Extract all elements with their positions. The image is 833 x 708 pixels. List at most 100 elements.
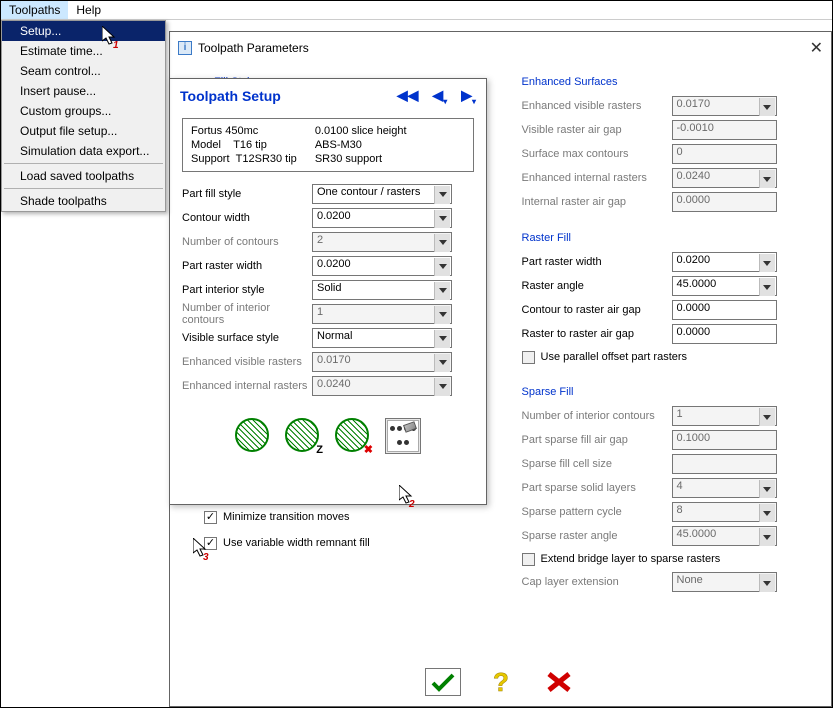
close-button[interactable]: ✕ [810, 38, 823, 58]
dropdown-arrow-icon[interactable] [759, 574, 775, 592]
machine-info-box: Fortus 450mc Model T16 tip Support T12SR… [182, 118, 474, 172]
apply-z-icon[interactable]: Z [285, 418, 321, 454]
dropdown-arrow-icon[interactable] [759, 504, 775, 522]
input-enh-internal[interactable]: 0.0240 [672, 168, 777, 188]
dropdown-arrow-icon[interactable] [434, 234, 450, 252]
apply-selection-icon[interactable] [385, 418, 421, 454]
support-mat: SR30 support [315, 153, 407, 165]
nav-prev-icon[interactable]: ◀▾ [432, 87, 447, 106]
dropdown-arrow-icon[interactable] [759, 98, 775, 116]
input-sparse-cycle[interactable]: 8 [672, 502, 777, 522]
lbl-enh-visible: Enhanced visible rasters [522, 100, 672, 112]
nav-first-icon[interactable]: ◀◀ [397, 87, 419, 106]
dropdown-arrow-icon[interactable] [434, 258, 450, 276]
input-max-contours[interactable]: 0 [672, 144, 777, 164]
enhanced-surfaces-heading: Enhanced Surfaces [522, 76, 810, 88]
input-sparse-cell[interactable] [672, 454, 777, 474]
lbl-extend-bridge: Extend bridge layer to sparse rasters [541, 553, 721, 565]
lbl-sparse-cell: Sparse fill cell size [522, 458, 672, 470]
dropdown-arrow-icon[interactable] [759, 408, 775, 426]
lbl-parallel-offset: Use parallel offset part rasters [541, 351, 688, 363]
dropdown-arrow-icon[interactable] [434, 330, 450, 348]
dropdown-arrow-icon[interactable] [434, 306, 450, 324]
lbl-fill-style: Part fill style [182, 188, 312, 200]
menu-help[interactable]: Help [68, 1, 109, 19]
lbl-minimize-transition: Minimize transition moves [223, 511, 350, 523]
input-popup-eir[interactable]: 0.0240 [312, 376, 452, 396]
input-contour-air-gap[interactable]: 0.0000 [672, 300, 777, 320]
lbl-remnant-fill: Use variable width remnant fill [223, 537, 370, 549]
menu-estimate-time[interactable]: Estimate time... [2, 41, 165, 61]
menu-setup[interactable]: Setup... [2, 21, 165, 41]
input-sparse-angle[interactable]: 45.0000 [672, 526, 777, 546]
input-sparse-air-gap[interactable]: 0.1000 [672, 430, 777, 450]
lbl-sparse-air-gap: Part sparse fill air gap [522, 434, 672, 446]
menu-sim-export[interactable]: Simulation data export... [2, 141, 165, 161]
dropdown-arrow-icon[interactable] [434, 186, 450, 204]
menu-shade[interactable]: Shade toolpaths [2, 191, 165, 211]
dropdown-arrow-icon[interactable] [759, 480, 775, 498]
remnant-area: Minimize transition moves Use variable w… [182, 506, 370, 554]
lbl-popup-evr: Enhanced visible rasters [182, 356, 312, 368]
lbl-popup-eir: Enhanced internal rasters [182, 380, 312, 392]
lbl-cap-extension: Cap layer extension [522, 576, 672, 588]
model-row: Model T16 tip [191, 139, 297, 151]
toolpath-setup-popup: Toolpath Setup ◀◀ ◀▾ ▶▾ Fortus 450mc Mod… [169, 78, 487, 505]
lbl-enh-internal: Enhanced internal rasters [522, 172, 672, 184]
dropdown-arrow-icon[interactable] [759, 278, 775, 296]
dropdown-arrow-icon[interactable] [759, 528, 775, 546]
input-raster-angle[interactable]: 45.0000 [672, 276, 777, 296]
raster-fill-heading: Raster Fill [522, 232, 810, 244]
menubar: Toolpaths Help [1, 1, 832, 20]
input-interior-style[interactable]: Solid [312, 280, 452, 300]
menu-output-file[interactable]: Output file setup... [2, 121, 165, 141]
lbl-raster-angle: Raster angle [522, 280, 672, 292]
input-popup-evr[interactable]: 0.0170 [312, 352, 452, 372]
ok-button[interactable] [425, 668, 461, 696]
lbl-num-contours: Number of contours [182, 236, 312, 248]
apply-all-icon[interactable] [235, 418, 271, 454]
input-enh-visible[interactable]: 0.0170 [672, 96, 777, 116]
dialog-title: Toolpath Parameters [198, 41, 309, 55]
dropdown-arrow-icon[interactable] [434, 210, 450, 228]
input-raster-width[interactable]: 0.0200 [312, 256, 452, 276]
input-fill-style[interactable]: One contour / rasters [312, 184, 452, 204]
menu-seam-control[interactable]: Seam control... [2, 61, 165, 81]
input-internal-air-gap[interactable]: 0.0000 [672, 192, 777, 212]
lbl-sparse-angle: Sparse raster angle [522, 530, 672, 542]
cancel-button[interactable] [541, 668, 577, 696]
dropdown-arrow-icon[interactable] [759, 254, 775, 272]
help-button[interactable]: ? [483, 668, 519, 696]
input-contour-width[interactable]: 0.0200 [312, 208, 452, 228]
dialog-bottom-buttons: ? [170, 668, 831, 696]
input-visible-air-gap[interactable]: -0.0010 [672, 120, 777, 140]
menu-custom-groups[interactable]: Custom groups... [2, 101, 165, 121]
chk-remnant-fill[interactable] [204, 537, 217, 550]
menu-insert-pause[interactable]: Insert pause... [2, 81, 165, 101]
input-sparse-interior[interactable]: 1 [672, 406, 777, 426]
dropdown-arrow-icon[interactable] [434, 378, 450, 396]
menu-toolpaths[interactable]: Toolpaths [1, 1, 68, 19]
dropdown-arrow-icon[interactable] [434, 282, 450, 300]
input-raster-air-gap[interactable]: 0.0000 [672, 324, 777, 344]
lbl-part-raster-width: Part raster width [522, 256, 672, 268]
input-num-contours[interactable]: 2 [312, 232, 452, 252]
chk-extend-bridge[interactable] [522, 553, 535, 566]
input-cap-extension[interactable]: None [672, 572, 777, 592]
input-sparse-solid[interactable]: 4 [672, 478, 777, 498]
dropdown-arrow-icon[interactable] [434, 354, 450, 372]
dropdown-arrow-icon[interactable] [759, 170, 775, 188]
menu-load-saved[interactable]: Load saved toolpaths [2, 166, 165, 186]
chk-parallel-offset[interactable] [522, 351, 535, 364]
apply-delete-icon[interactable]: ✖ [335, 418, 371, 454]
input-surface-style[interactable]: Normal [312, 328, 452, 348]
lbl-interior-contours: Number of interior contours [182, 302, 312, 326]
nav-next-icon[interactable]: ▶▾ [461, 87, 476, 106]
menu-separator [4, 188, 163, 189]
popup-title: Toolpath Setup [180, 88, 281, 104]
chk-minimize-transition[interactable] [204, 511, 217, 524]
support-row: Support T12SR30 tip [191, 153, 297, 165]
input-part-raster-width[interactable]: 0.0200 [672, 252, 777, 272]
input-interior-contours[interactable]: 1 [312, 304, 452, 324]
lbl-sparse-solid: Part sparse solid layers [522, 482, 672, 494]
